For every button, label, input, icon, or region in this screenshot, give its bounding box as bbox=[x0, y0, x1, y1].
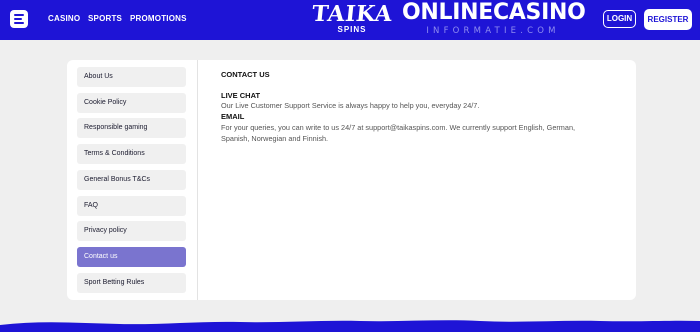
sidebar-item-about-us[interactable]: About Us bbox=[77, 67, 186, 87]
live-chat-heading: LIVE CHAT bbox=[221, 91, 261, 100]
sidebar-item-cookie-policy[interactable]: Cookie Policy bbox=[77, 93, 186, 113]
login-button[interactable]: LOGIN bbox=[603, 10, 636, 28]
sidebar: About Us Cookie Policy Responsible gamin… bbox=[67, 60, 198, 300]
register-button[interactable]: REGISTER bbox=[644, 9, 692, 30]
email-heading: EMAIL bbox=[221, 112, 245, 121]
sidebar-item-faq[interactable]: FAQ bbox=[77, 196, 186, 216]
nav-promotions[interactable]: PROMOTIONS bbox=[130, 14, 187, 23]
footer-wave bbox=[0, 320, 700, 332]
partner-logo-sub: INFORMATIE.COM bbox=[426, 26, 560, 36]
sidebar-item-bonus-terms[interactable]: General Bonus T&Cs bbox=[77, 170, 186, 190]
nav-sports[interactable]: SPORTS bbox=[88, 14, 122, 23]
top-header: CASINO SPORTS PROMOTIONS TAIKA SPINS ONL… bbox=[0, 0, 700, 40]
menu-icon[interactable] bbox=[10, 10, 28, 28]
sidebar-item-contact-us[interactable]: Contact us bbox=[77, 247, 186, 267]
sidebar-item-privacy-policy[interactable]: Privacy policy bbox=[77, 221, 186, 241]
content-card: About Us Cookie Policy Responsible gamin… bbox=[67, 60, 636, 300]
brand-logo[interactable]: TAIKA SPINS bbox=[310, 1, 394, 37]
page-title: CONTACT US bbox=[221, 70, 270, 79]
sidebar-item-terms[interactable]: Terms & Conditions bbox=[77, 144, 186, 164]
email-text: For your queries, you can write to us 24… bbox=[221, 123, 576, 143]
brand-logo-main: TAIKA bbox=[310, 1, 394, 27]
partner-logo-main: ONLINECASINO bbox=[402, 0, 586, 25]
sidebar-item-sport-betting-rules[interactable]: Sport Betting Rules bbox=[77, 273, 186, 293]
live-chat-text: Our Live Customer Support Service is alw… bbox=[221, 101, 480, 110]
nav-casino[interactable]: CASINO bbox=[48, 14, 80, 23]
partner-logo: ONLINECASINO INFORMATIE.COM bbox=[402, 0, 586, 40]
sidebar-item-responsible-gaming[interactable]: Responsible gaming bbox=[77, 118, 186, 138]
